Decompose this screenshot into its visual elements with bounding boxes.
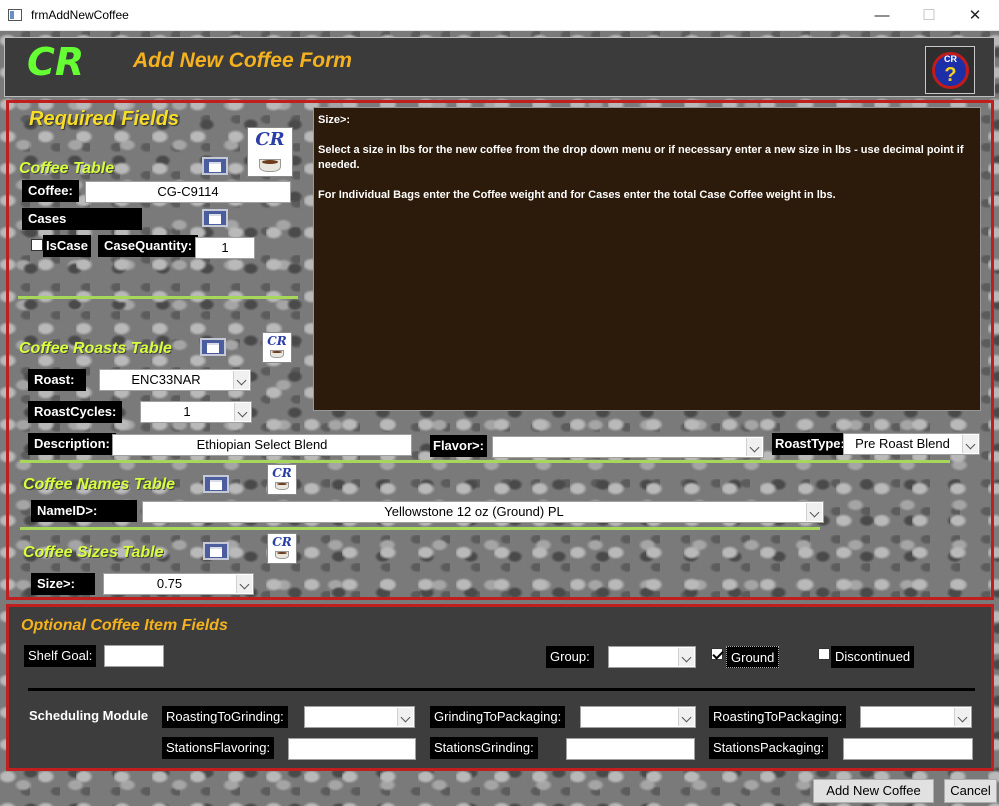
divider [28,688,975,691]
group-combo[interactable] [608,646,696,668]
scheduling-module-label: Scheduling Module [29,708,149,723]
ground-checkbox[interactable] [711,648,723,660]
roastcycles-combo[interactable]: 1 [140,401,252,423]
roasttype-combo[interactable]: Pre Roast Blend [843,433,980,455]
roast-label: Roast: [28,369,86,391]
description-field[interactable]: Ethiopian Select Blend [112,434,412,456]
coffee-label: Coffee: [22,180,79,202]
coffee-table-title: Coffee Table [19,160,115,177]
cr-logo: CR [27,40,85,84]
window-titlebar: frmAddNewCoffee — ☐ ✕ [0,0,999,31]
help-button[interactable]: CR ? [925,46,975,94]
chevron-down-icon [236,575,252,593]
cases-label: Cases [22,208,142,230]
minimize-button[interactable]: — [859,0,905,31]
discontinued-label: Discontinued [831,646,915,668]
chevron-down-icon [806,503,822,521]
help-text-panel: Size>: Select a size in lbs for the new … [313,107,981,411]
group-label: Group: [546,646,594,668]
stations-flavoring-field[interactable] [288,738,416,760]
chevron-down-icon [746,438,762,456]
nameid-combo[interactable]: Yellowstone 12 oz (Ground) PL [142,501,824,523]
flavor-combo[interactable] [492,436,764,458]
discontinued-checkbox[interactable] [818,648,830,660]
nameid-label: NameID>: [31,500,137,522]
help-paragraph-2: For Individual Bags enter the Coffee wei… [318,189,836,201]
roasts-table-title: Coffee Roasts Table [19,340,172,357]
coffee-logo-image: CR [262,332,292,363]
roasting-to-packaging-combo[interactable] [860,706,972,728]
open-coffee-table-button[interactable] [202,157,228,175]
stations-packaging-label: StationsPackaging: [709,737,829,759]
roasting-to-grinding-label: RoastingToGrinding: [162,706,288,728]
open-cases-button[interactable] [202,209,228,227]
grinding-to-packaging-combo[interactable] [580,706,696,728]
help-heading: Size>: [318,114,351,126]
form-header: CR Add New Coffee Form [4,37,995,97]
window-title: frmAddNewCoffee [31,8,129,22]
coffee-logo-image: CR [247,127,293,177]
flavor-label: Flavor>: [430,435,487,457]
maximize-button[interactable]: ☐ [906,0,952,31]
stations-grinding-field[interactable] [566,738,695,760]
roast-combo[interactable]: ENC33NAR [99,369,251,391]
add-new-coffee-button[interactable]: Add New Coffee [813,779,934,803]
page-title: Add New Coffee Form [133,49,352,72]
roastcycles-label: RoastCycles: [28,401,123,423]
divider [20,527,820,530]
names-table-title: Coffee Names Table [23,476,176,493]
open-names-table-button[interactable] [203,475,229,493]
sizes-table-title: Coffee Sizes Table [23,544,164,561]
coffee-logo-image: CR [267,533,297,564]
chevron-down-icon [234,403,250,421]
iscase-checkbox[interactable] [31,239,43,251]
optional-fields-title: Optional Coffee Item Fields [21,617,228,634]
grinding-to-packaging-label: GrindingToPackaging: [430,706,566,728]
close-button[interactable]: ✕ [952,0,998,31]
coffee-logo-image: CR [267,464,297,495]
size-combo[interactable]: 0.75 [103,573,254,595]
roasting-to-grinding-combo[interactable] [304,706,415,728]
required-fields-title: Required Fields [29,108,180,130]
roasting-to-packaging-label: RoastingToPackaging: [709,706,847,728]
shelfgoal-label: Shelf Goal: [24,645,97,667]
help-icon: CR ? [932,52,969,89]
stations-grinding-label: StationsGrinding: [430,737,538,759]
chevron-down-icon [962,435,978,453]
chevron-down-icon [678,708,694,726]
app-icon [8,9,22,21]
description-label: Description: [28,433,116,455]
chevron-down-icon [678,648,694,666]
divider [18,296,298,299]
shelfgoal-field[interactable] [104,645,164,667]
stations-packaging-field[interactable] [843,738,973,760]
ground-label: Ground [726,646,780,668]
size-label: Size>: [31,573,95,595]
chevron-down-icon [397,708,413,726]
coffee-field[interactable]: CG-C9114 [85,181,291,203]
stations-flavoring-label: StationsFlavoring: [162,737,275,759]
divider [20,460,950,463]
help-paragraph-1: Select a size in lbs for the new coffee … [318,144,964,171]
chevron-down-icon [954,708,970,726]
casequantity-field[interactable]: 1 [195,237,255,259]
iscase-label: IsCase [43,235,91,257]
open-sizes-table-button[interactable] [203,542,229,560]
chevron-down-icon [233,371,249,389]
roasttype-label: RoastType: [772,433,848,455]
casequantity-label: CaseQuantity: [98,235,199,257]
open-roasts-table-button[interactable] [200,338,226,356]
cancel-button[interactable]: Cancel [944,779,997,803]
